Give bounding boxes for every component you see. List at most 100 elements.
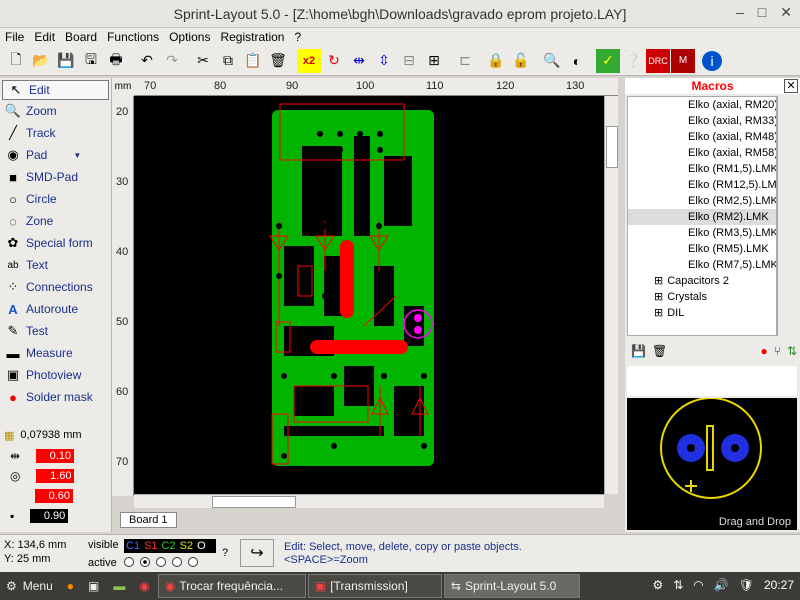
- smd-width-field[interactable]: 0.90: [30, 509, 69, 523]
- tool-smd-pad[interactable]: ■ SMD-Pad: [0, 166, 111, 188]
- group-icon[interactable]: ⊞: [422, 49, 446, 73]
- lock-icon[interactable]: 🔒: [484, 49, 508, 73]
- tree-folder-crystals[interactable]: ⊞ Crystals: [628, 289, 776, 305]
- files-launcher[interactable]: ▬: [107, 574, 131, 598]
- list-item[interactable]: Elko (axial, RM20).L: [628, 97, 776, 113]
- macro-tool-icon[interactable]: ⑂: [774, 344, 781, 358]
- tool-solder-mask[interactable]: ● Solder mask: [0, 386, 111, 408]
- macro-tree-vscroll[interactable]: [777, 96, 797, 336]
- macro-preview[interactable]: Drag and Drop: [627, 397, 797, 530]
- cut-icon[interactable]: ✂: [191, 49, 215, 73]
- delete-icon[interactable]: 🗑: [266, 49, 290, 73]
- expand-icon[interactable]: ⊞: [654, 307, 663, 319]
- tool-track[interactable]: ╱ Track: [0, 122, 111, 144]
- pad-hole-field[interactable]: 0.60: [35, 489, 73, 503]
- open-icon[interactable]: 📂: [29, 49, 53, 73]
- pcb-board[interactable]: [134, 96, 604, 494]
- ms-icon[interactable]: DRC: [646, 48, 670, 73]
- firefox-launcher[interactable]: ●: [61, 574, 80, 598]
- menu-help[interactable]: ?: [289, 30, 306, 44]
- new-icon[interactable]: 🗋: [4, 49, 28, 73]
- tool-connections[interactable]: ⁘ Connections: [0, 276, 111, 298]
- menu-edit[interactable]: Edit: [29, 30, 60, 44]
- minimize-button[interactable]: –: [736, 4, 744, 21]
- macros-close-button[interactable]: ✕: [784, 79, 798, 93]
- task-window-transmission[interactable]: ▣ [Transmission]: [307, 574, 442, 598]
- list-item-selected[interactable]: Elko (RM2).LMK: [628, 209, 776, 225]
- network-icon[interactable]: ⇅: [673, 578, 683, 592]
- active-o-radio[interactable]: [188, 557, 198, 567]
- menu-board[interactable]: Board: [60, 30, 102, 44]
- gear-icon[interactable]: ⚙: [652, 578, 663, 592]
- tool-autoroute[interactable]: A Autoroute: [0, 298, 111, 320]
- print-icon[interactable]: 🖶: [104, 49, 128, 73]
- component-icon[interactable]: ⊏: [453, 49, 477, 73]
- list-item[interactable]: Elko (axial, RM58).L: [628, 145, 776, 161]
- layer-o[interactable]: O: [197, 540, 206, 552]
- mirror-h-icon[interactable]: ⇹: [347, 49, 371, 73]
- clock[interactable]: 20:27: [764, 578, 794, 592]
- canvas-vscroll-thumb[interactable]: [606, 126, 618, 168]
- close-button[interactable]: ✕: [780, 4, 792, 21]
- macro-tree[interactable]: Elko (axial, RM20).L Elko (axial, RM33).…: [627, 96, 777, 336]
- unlock-icon[interactable]: 🔓: [509, 49, 533, 73]
- active-s1-radio[interactable]: [140, 557, 150, 567]
- wifi-icon[interactable]: ◠: [693, 578, 703, 592]
- layer-help[interactable]: ?: [222, 547, 228, 559]
- canvas-vertical-scrollbar[interactable]: [604, 96, 618, 494]
- redo-icon[interactable]: ↷: [160, 49, 184, 73]
- expand-icon[interactable]: ⊞: [654, 275, 663, 287]
- layer-s2[interactable]: S2: [180, 540, 193, 552]
- tool-text[interactable]: ab Text: [0, 254, 111, 276]
- track-mode-icon[interactable]: ↪: [240, 539, 274, 567]
- layer-c1[interactable]: C1: [126, 540, 140, 552]
- save-macro-icon[interactable]: 💾: [631, 344, 646, 358]
- rotate-icon[interactable]: ↻: [322, 49, 346, 73]
- list-item[interactable]: Elko (RM5).LMK: [628, 241, 776, 257]
- layer-s1[interactable]: S1: [144, 540, 157, 552]
- tab-board-1[interactable]: Board 1: [120, 512, 177, 528]
- undo-icon[interactable]: ↶: [135, 49, 159, 73]
- delete-macro-icon[interactable]: 🗑: [652, 344, 667, 358]
- list-item[interactable]: Elko (RM7,5).LMK: [628, 257, 776, 273]
- save-as-icon[interactable]: 🖫: [79, 49, 103, 73]
- track-width-field[interactable]: 0.10: [36, 449, 75, 463]
- task-window-chrome[interactable]: ◉ Trocar frequência...: [157, 574, 306, 598]
- tool-zone[interactable]: ◌ Zone: [0, 210, 111, 232]
- list-item[interactable]: Elko (axial, RM33).L: [628, 113, 776, 129]
- canvas-hscroll-thumb[interactable]: [212, 496, 296, 508]
- align-icon[interactable]: ⊟: [397, 49, 421, 73]
- zoom-icon[interactable]: 🔍: [540, 49, 564, 73]
- menu-options[interactable]: Options: [164, 30, 215, 44]
- terminal-launcher[interactable]: ▣: [82, 574, 105, 598]
- save-icon[interactable]: 💾: [54, 49, 78, 73]
- menu-file[interactable]: File: [0, 30, 29, 44]
- layer-c2[interactable]: C2: [162, 540, 176, 552]
- expand-icon[interactable]: ⊞: [654, 291, 663, 303]
- tool-measure[interactable]: ▬ Measure: [0, 342, 111, 364]
- drc-check-icon[interactable]: ❔: [621, 49, 645, 73]
- zoom-all-icon[interactable]: ◐: [565, 49, 589, 73]
- grid-setting[interactable]: ▦ 0,07938 mm: [0, 424, 111, 446]
- menu-functions[interactable]: Functions: [102, 30, 164, 44]
- tool-zoom[interactable]: 🔍 Zoom: [0, 100, 111, 122]
- drc-icon[interactable]: ✓: [596, 48, 620, 73]
- tool-pad[interactable]: ◉ Pad ▼: [0, 144, 111, 166]
- tool-photoview[interactable]: ▣ Photoview: [0, 364, 111, 386]
- x2-icon[interactable]: x2: [297, 48, 321, 73]
- info-icon[interactable]: i: [702, 50, 722, 71]
- tool-special-form[interactable]: ✿ Special form: [0, 232, 111, 254]
- active-c1-radio[interactable]: [124, 557, 134, 567]
- shield-icon[interactable]: 🛡: [739, 578, 754, 592]
- menu-registration[interactable]: Registration: [215, 30, 289, 44]
- paste-icon[interactable]: 📋: [241, 49, 265, 73]
- chrome-launcher[interactable]: ◉: [133, 574, 155, 598]
- solder-icon[interactable]: M: [671, 48, 695, 73]
- active-c2-radio[interactable]: [156, 557, 166, 567]
- record-icon[interactable]: ●: [760, 344, 767, 358]
- task-window-sprint-layout[interactable]: ⇆ Sprint-Layout 5.0: [443, 574, 580, 598]
- tool-edit[interactable]: ↖ Edit: [2, 80, 109, 100]
- macro-flip-icon[interactable]: ⇅: [787, 344, 797, 358]
- tree-folder-dil[interactable]: ⊞ DIL: [628, 305, 776, 321]
- tree-folder-capacitors-2[interactable]: ⊞ Capacitors 2: [628, 273, 776, 289]
